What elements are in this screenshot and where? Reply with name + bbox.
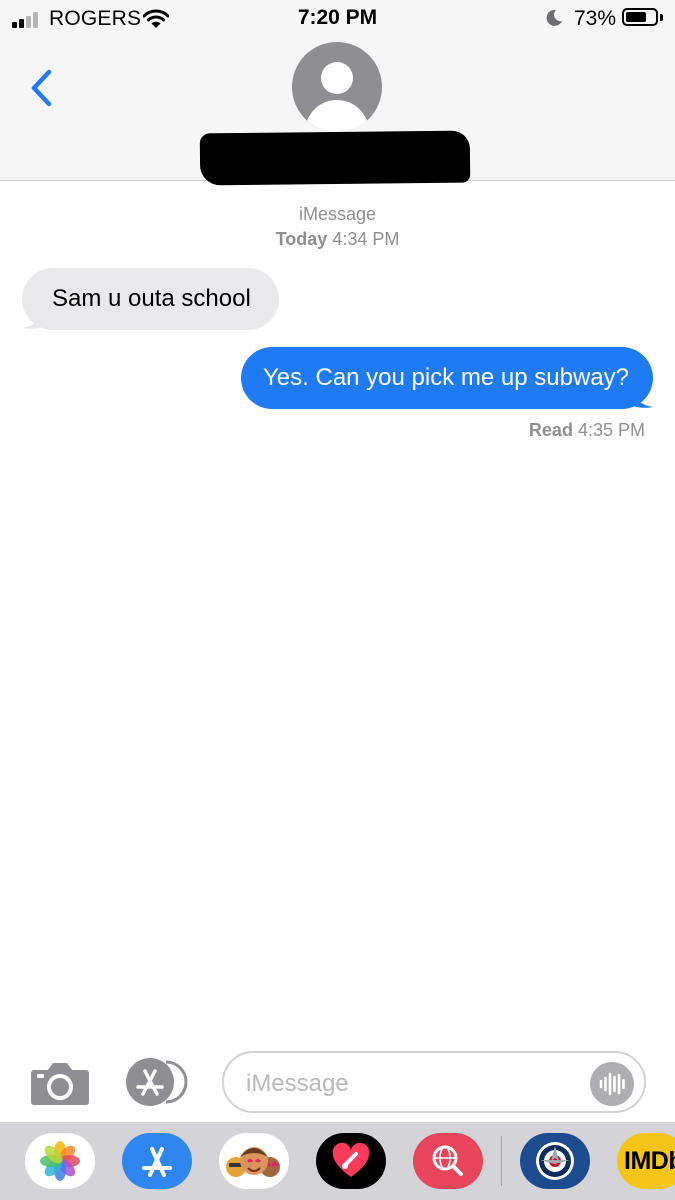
imessage-app-drawer: IMDb <box>0 1122 675 1200</box>
conversation-header <box>0 36 675 186</box>
memoji-icon[interactable] <box>219 1133 289 1189</box>
app-store-icon[interactable] <box>124 1056 190 1108</box>
incoming-message-text: Sam u outa school <box>52 285 251 312</box>
timestamp-day: Today <box>275 229 328 249</box>
read-receipt: Read 4:35 PM <box>529 420 645 441</box>
battery-percentage: 73% <box>574 7 617 30</box>
digital-touch-icon[interactable] <box>316 1133 386 1189</box>
read-receipt-label: Read <box>528 420 573 440</box>
contact-silhouette-body <box>305 100 369 132</box>
imdb-icon[interactable]: IMDb <box>617 1133 675 1189</box>
redacted-contact-name[interactable] <box>199 130 471 186</box>
imdb-logo-text: IMDb <box>624 1147 675 1175</box>
incoming-message-bubble[interactable]: Sam u outa school <box>22 268 279 330</box>
app-store-icon[interactable] <box>122 1133 192 1189</box>
web-search-icon[interactable] <box>413 1133 483 1189</box>
service-label: iMessage <box>298 204 377 224</box>
app-drawer-divider <box>501 1136 502 1186</box>
message-input[interactable]: iMessage <box>222 1051 646 1113</box>
read-receipt-time: 4:35 PM <box>577 420 645 440</box>
camera-icon[interactable] <box>30 1060 90 1106</box>
outgoing-message-bubble[interactable]: Yes. Can you pick me up subway? <box>241 347 653 409</box>
battery-nub <box>660 14 663 21</box>
conversation-timestamp: Today 4:34 PM <box>0 229 675 250</box>
photos-icon[interactable] <box>25 1133 95 1189</box>
jets-logo-icon[interactable] <box>520 1133 590 1189</box>
message-input-placeholder: iMessage <box>246 1070 349 1097</box>
battery-level-fill <box>626 12 647 22</box>
status-bar: ROGERS 7:20 PM 73% <box>0 0 675 36</box>
moon-icon <box>546 9 562 26</box>
audio-waveform-icon[interactable] <box>590 1062 634 1106</box>
chevron-left-icon[interactable] <box>24 66 60 110</box>
battery-icon <box>622 8 658 26</box>
contact-silhouette-icon <box>321 62 353 94</box>
contact-avatar[interactable] <box>292 42 382 132</box>
outgoing-message-text: Yes. Can you pick me up subway? <box>263 364 629 391</box>
timestamp-time: 4:34 PM <box>332 229 400 249</box>
